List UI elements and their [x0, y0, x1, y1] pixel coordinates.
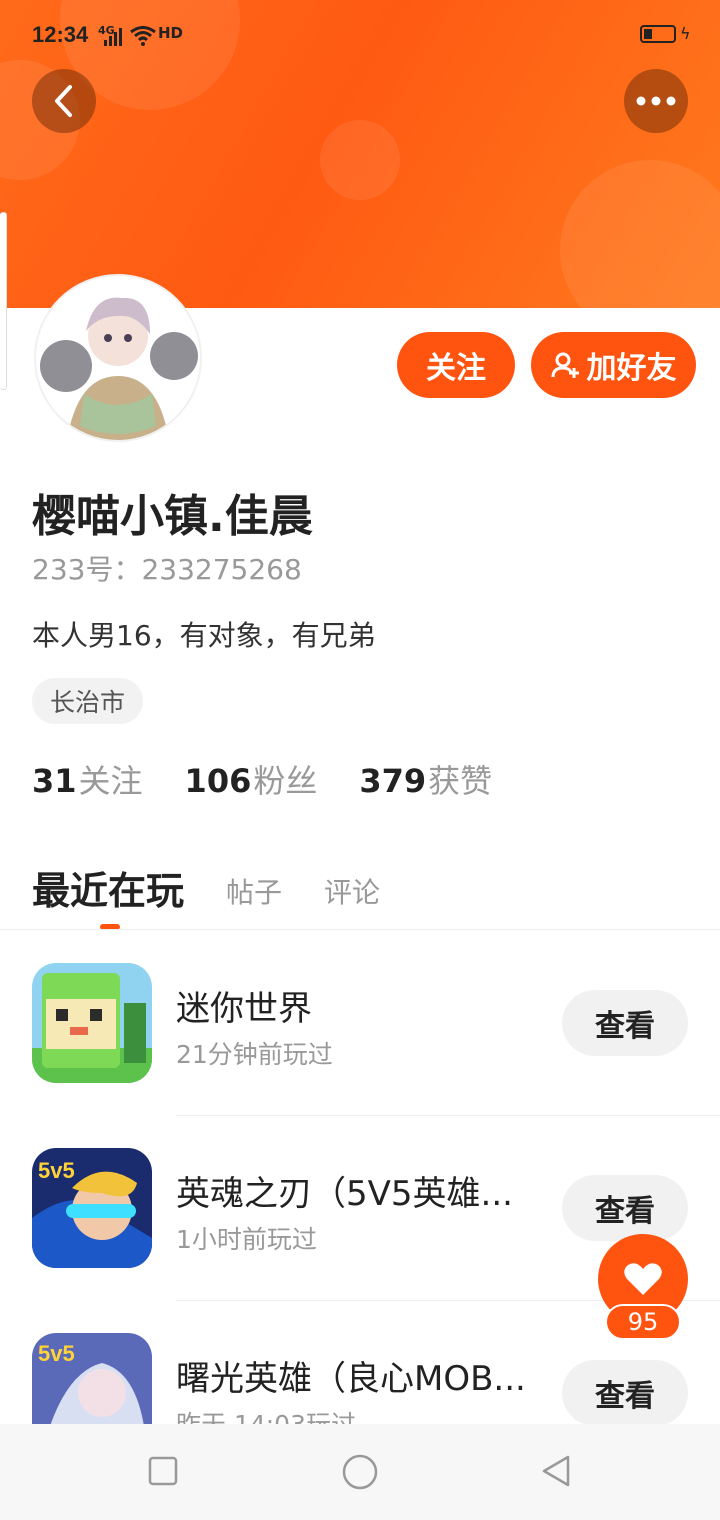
game-icon-mini-world — [32, 963, 152, 1083]
profile-name: 樱喵小镇.佳晨 — [32, 491, 313, 542]
game-title: 曙光英雄（良心MOB... — [176, 1359, 526, 1399]
back-button[interactable] — [32, 69, 96, 133]
more-dots-icon — [636, 96, 676, 106]
back-nav-icon[interactable] — [540, 1454, 572, 1492]
game-list-item[interactable]: 迷你世界 21分钟前玩过 查看 — [0, 963, 720, 1148]
tab-comments[interactable]: 评论 — [324, 871, 380, 915]
system-nav-bar — [0, 1424, 720, 1520]
view-button[interactable]: 查看 — [562, 990, 688, 1056]
battery-icon — [640, 25, 676, 43]
profile-id[interactable]: 233号：233275268 — [32, 548, 302, 588]
tab-posts[interactable]: 帖子 — [226, 871, 282, 915]
profile-bio: 本人男16，有对象，有兄弟 — [32, 619, 376, 652]
view-button[interactable]: 查看 — [562, 1175, 688, 1241]
stat-likes[interactable]: 379获赞 — [359, 756, 492, 802]
heart-icon — [624, 1263, 662, 1295]
view-button[interactable]: 查看 — [562, 1360, 688, 1426]
location-tag: 长治市 — [32, 678, 144, 724]
tab-recent-played[interactable]: 最近在玩 — [32, 860, 184, 915]
game-played-time: 1小时前玩过 — [176, 1225, 317, 1254]
follow-label: 关注 — [426, 351, 486, 386]
like-count: 95 — [605, 1304, 681, 1340]
profile-stats: 31关注 106粉丝 379获赞 — [32, 756, 492, 802]
more-button[interactable] — [624, 69, 688, 133]
status-time: 12:34 — [32, 22, 89, 47]
game-title: 英魂之刃（5V5英雄... — [176, 1174, 513, 1214]
signal-icon — [104, 28, 124, 50]
chevron-left-icon — [55, 85, 72, 117]
charging-icon: ϟ — [680, 24, 691, 43]
recents-icon[interactable] — [148, 1456, 178, 1490]
wifi-icon — [130, 26, 156, 50]
hd-badge: HD — [158, 24, 184, 42]
edge-drawer-handle[interactable] — [0, 212, 7, 390]
add-friend-button[interactable]: 加好友 — [531, 332, 696, 398]
divider — [176, 1115, 720, 1116]
status-bar: 12:34 4G HD ϟ — [0, 18, 720, 58]
stat-fans[interactable]: 106粉丝 — [185, 756, 318, 802]
profile-tabs: 最近在玩 帖子 评论 — [32, 860, 380, 915]
svg-text:5v5: 5v5 — [38, 1158, 75, 1183]
add-friend-icon — [551, 350, 581, 380]
home-icon[interactable] — [341, 1453, 379, 1495]
game-played-time: 21分钟前玩过 — [176, 1040, 333, 1069]
stat-following[interactable]: 31关注 — [32, 756, 143, 802]
follow-button[interactable]: 关注 — [397, 332, 515, 398]
add-friend-label: 加好友 — [586, 351, 677, 386]
avatar[interactable] — [36, 276, 200, 440]
game-title: 迷你世界 — [176, 989, 312, 1029]
svg-text:5v5: 5v5 — [38, 1341, 75, 1366]
divider — [0, 929, 720, 930]
game-icon-yinghun: 5v5 — [32, 1148, 152, 1268]
